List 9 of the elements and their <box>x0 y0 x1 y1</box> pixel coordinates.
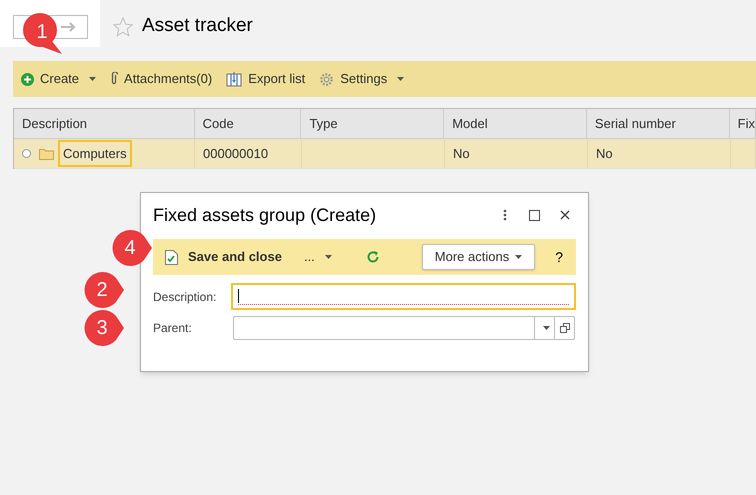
table-cell-text: No <box>596 144 613 163</box>
field-label: Parent: <box>153 320 193 337</box>
dialog-title: Fixed assets group (Create) <box>153 204 378 227</box>
table-cell: Computers <box>58 140 132 168</box>
table-cell-text: 000000010 <box>203 144 268 163</box>
callout-tooltip: 1 <box>20 10 64 54</box>
field-label: Description: <box>153 288 218 306</box>
page-title: Asset tracker <box>142 14 253 38</box>
table-cell-text: No <box>453 144 470 163</box>
